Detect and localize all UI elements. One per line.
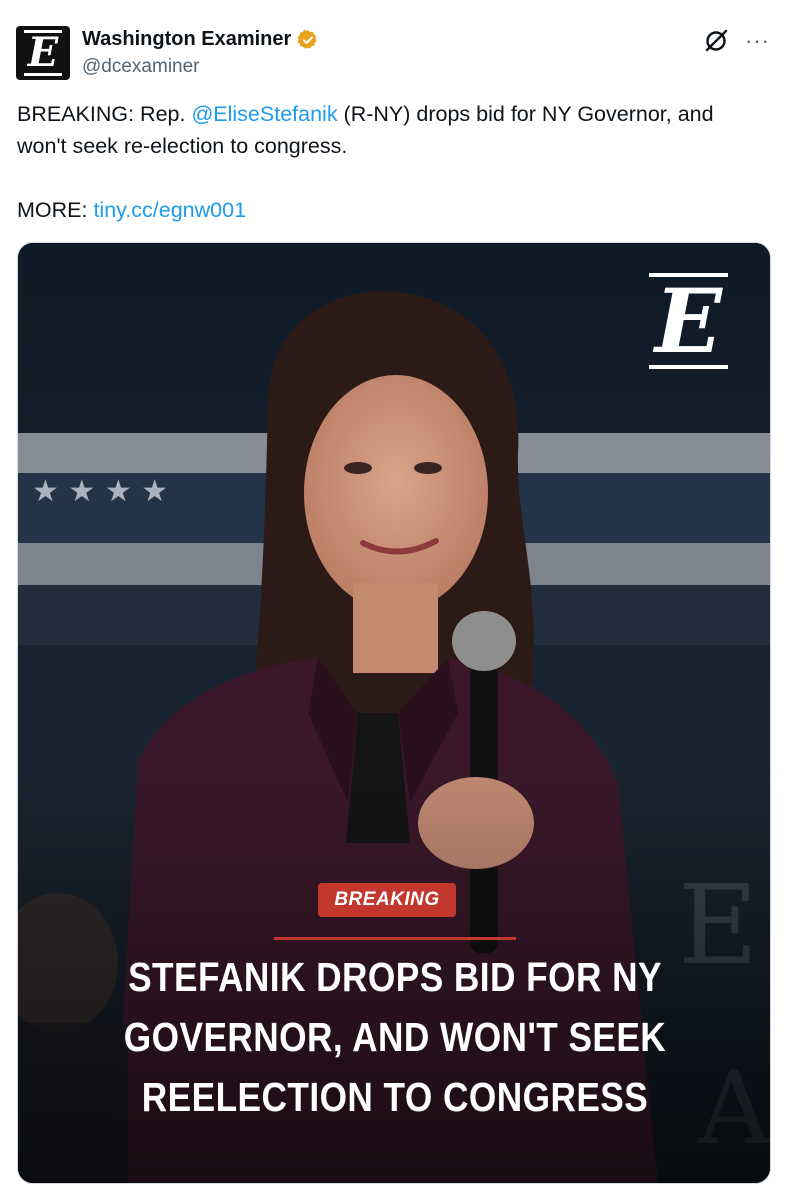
author-name-row: Washington Examiner	[82, 28, 319, 51]
tweet-media-image[interactable]: ★ ★ ★ ★ E A E BREAKING STEFANIK DROPS BI…	[17, 242, 771, 1184]
image-headline: STEFANIK DROPS BID FOR NY GOVERNOR, AND …	[71, 947, 719, 1127]
display-name[interactable]: Washington Examiner	[82, 28, 291, 51]
avatar-letter: E	[23, 30, 63, 76]
article-link[interactable]: tiny.cc/egnw001	[93, 198, 246, 222]
handle[interactable]: @dcexaminer	[82, 56, 200, 78]
tweet-text: BREAKING: Rep. @EliseStefanik (R-NY) dro…	[17, 98, 767, 226]
grok-icon[interactable]	[701, 26, 731, 56]
headline-line: STEFANIK DROPS BID FOR NY	[128, 954, 662, 1000]
examiner-logo: E	[648, 273, 728, 369]
verified-badge-icon	[297, 29, 318, 49]
tweet-prefix: BREAKING: Rep.	[17, 102, 192, 126]
tweet-body: BREAKING: Rep. @EliseStefanik (R-NY) dro…	[17, 98, 767, 162]
avatar[interactable]: E	[16, 26, 70, 80]
more-label: MORE:	[17, 198, 94, 222]
headline-line: REELECTION TO CONGRESS	[141, 1074, 649, 1120]
headline-divider	[274, 937, 516, 940]
header-actions: ···	[701, 26, 770, 56]
breaking-badge: BREAKING	[318, 883, 456, 917]
mention-link[interactable]: @EliseStefanik	[191, 102, 337, 126]
headline-line: GOVERNOR, AND WON'T SEEK	[123, 1014, 667, 1060]
more-options-icon[interactable]: ···	[745, 30, 770, 52]
line-spacer	[17, 162, 767, 194]
tweet-more-line: MORE: tiny.cc/egnw001	[17, 194, 767, 226]
